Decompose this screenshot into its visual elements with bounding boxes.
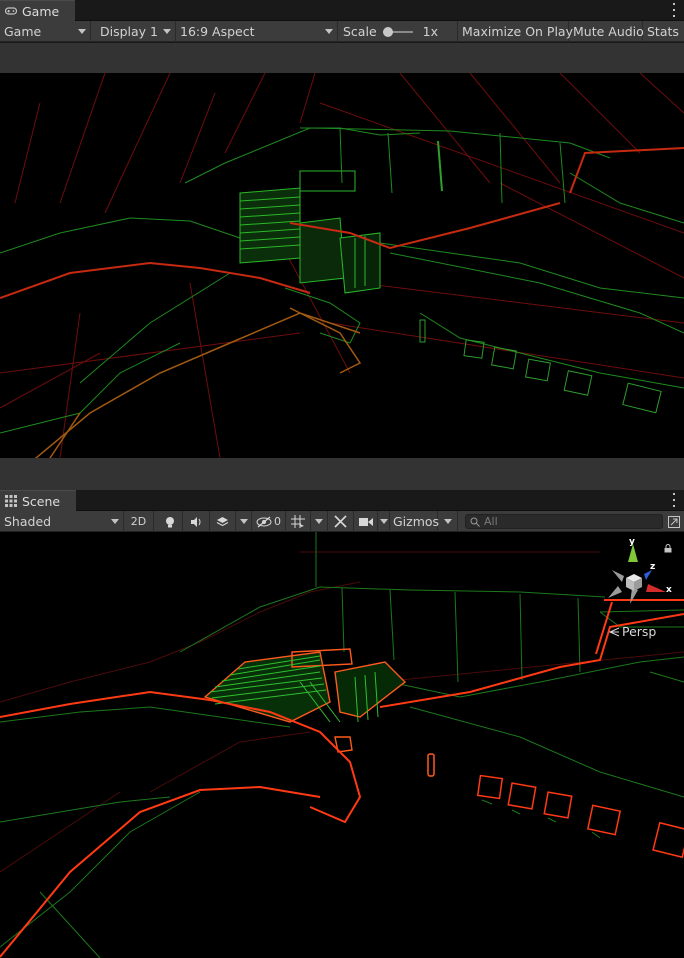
chevron-down-icon	[78, 29, 86, 34]
draw-mode-dropdown[interactable]: Shaded	[0, 511, 124, 532]
mute-audio-toggle[interactable]: Mute Audio	[569, 21, 644, 42]
projection-toggle[interactable]: Persp	[609, 624, 656, 639]
scene-tab-menu-icon[interactable]	[672, 493, 676, 507]
axis-negative-x-cone[interactable]	[608, 586, 622, 598]
speaker-icon	[190, 516, 200, 527]
scale-label: Scale	[343, 24, 377, 39]
game-view[interactable]	[0, 43, 684, 490]
expand-icon	[668, 515, 680, 528]
camera-settings[interactable]	[354, 511, 378, 532]
grid-snap-icon	[291, 515, 305, 528]
maximize-on-play-toggle[interactable]: Maximize On Play	[458, 21, 573, 42]
game-tab-bar: Game	[0, 0, 684, 21]
stats-toggle[interactable]: Stats	[643, 21, 684, 42]
chevron-down-icon	[325, 29, 333, 34]
chevron-down-icon	[443, 519, 452, 524]
orientation-gizmo[interactable]	[600, 540, 670, 610]
chevron-down-icon	[315, 519, 323, 524]
letterbox-bottom	[0, 458, 684, 490]
maximize-on-play-label: Maximize On Play	[462, 24, 573, 39]
search-placeholder: All	[484, 515, 498, 528]
aspect-label: 16:9 Aspect	[180, 24, 255, 39]
hidden-count: 0	[274, 515, 281, 528]
game-tab-menu-icon[interactable]	[672, 3, 676, 17]
axis-negative-z-cone[interactable]	[612, 570, 624, 582]
view-mode-dropdown[interactable]: Game	[0, 21, 91, 42]
gizmos-dropdown[interactable]	[438, 511, 458, 532]
display-label: Display 1	[100, 24, 159, 39]
grid-dropdown[interactable]	[311, 511, 328, 532]
display-dropdown[interactable]: Display 1	[91, 21, 176, 42]
scale-value: 1x	[422, 24, 438, 39]
audio-toggle[interactable]	[183, 511, 210, 532]
chevron-down-icon	[239, 519, 248, 524]
mute-audio-label: Mute Audio	[573, 24, 644, 39]
tools-icon	[334, 515, 347, 528]
layers-icon	[216, 516, 229, 526]
aspect-dropdown[interactable]: 16:9 Aspect	[176, 21, 338, 42]
camera-icon	[358, 517, 373, 526]
scene-toolbar: Shaded 2D 0 Gizmos All	[0, 511, 684, 532]
game-render	[0, 73, 684, 458]
lock-icon[interactable]	[664, 544, 672, 553]
effects-dropdown[interactable]	[236, 511, 252, 532]
game-wireframe-render	[0, 73, 684, 458]
axis-y-label: y	[629, 537, 635, 547]
scene-tab[interactable]: Scene	[0, 490, 77, 511]
gizmos-toggle[interactable]: Gizmos	[390, 511, 440, 532]
camera-dropdown[interactable]	[378, 511, 390, 532]
chevron-down-icon	[379, 519, 388, 524]
scale-slider-thumb[interactable]	[382, 26, 393, 37]
chevron-down-icon	[111, 519, 119, 524]
scale-slider[interactable]	[382, 26, 413, 37]
scene-view[interactable]: y z x	[0, 532, 684, 958]
lighting-toggle[interactable]	[158, 511, 183, 532]
eye-slash-icon	[256, 516, 272, 527]
projection-label: Persp	[622, 624, 657, 639]
game-toolbar: Game Display 1 16:9 Aspect Scale 1x Maxi…	[0, 21, 684, 42]
2d-label: 2D	[130, 515, 147, 528]
scene-tab-bar: Scene	[0, 490, 684, 511]
grid-icon	[5, 495, 17, 507]
lightbulb-icon	[166, 516, 174, 527]
scene-visibility-toggle[interactable]: 0	[252, 511, 286, 532]
game-tab[interactable]: Game	[0, 0, 76, 21]
gamepad-icon	[4, 5, 18, 17]
maximize-scene-button[interactable]	[664, 511, 684, 532]
grid-toggle[interactable]	[286, 511, 311, 532]
effects-toggle[interactable]	[210, 511, 236, 532]
axis-x-label: x	[666, 585, 672, 595]
scene-tab-label: Scene	[22, 493, 61, 509]
chevron-down-icon	[163, 29, 171, 34]
search-icon	[470, 517, 480, 527]
scene-wireframe-render	[0, 532, 684, 958]
axis-z-label: z	[650, 562, 656, 572]
center-cube[interactable]	[626, 574, 642, 591]
draw-mode-label: Shaded	[4, 514, 52, 529]
game-tab-label: Game	[22, 3, 60, 19]
scale-control: Scale 1x	[338, 21, 458, 42]
stats-label: Stats	[647, 24, 679, 39]
axis-x-cone[interactable]	[646, 584, 666, 592]
tools-toggle[interactable]	[328, 511, 354, 532]
scene-search[interactable]: All	[465, 514, 663, 529]
2d-toggle[interactable]: 2D	[124, 511, 154, 532]
perspective-icon	[609, 627, 620, 636]
view-mode-label: Game	[4, 24, 42, 39]
gizmos-label: Gizmos	[393, 514, 440, 529]
letterbox-top	[0, 43, 684, 73]
